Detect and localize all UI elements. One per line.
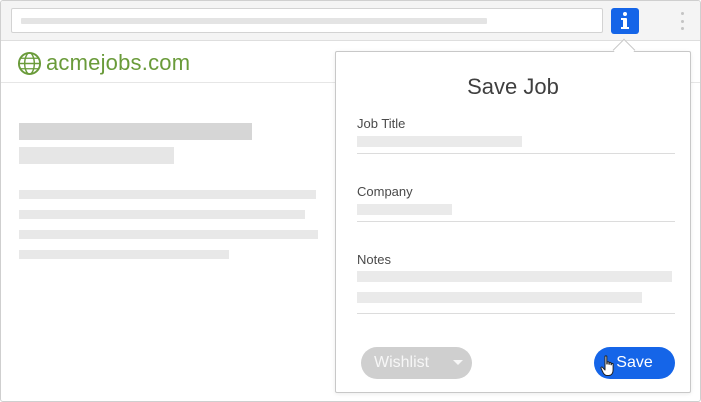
hand-pointer-icon bbox=[600, 355, 614, 376]
chevron-down-icon bbox=[453, 360, 463, 365]
popup-title: Save Job bbox=[467, 74, 559, 99]
text-line-placeholder bbox=[19, 230, 318, 239]
vertical-dots-icon bbox=[680, 12, 684, 15]
extension-info-button[interactable] bbox=[611, 8, 639, 34]
job-subtitle-placeholder bbox=[19, 147, 174, 164]
notes-field-line-2[interactable] bbox=[357, 292, 642, 303]
browser-menu-button[interactable] bbox=[678, 12, 686, 30]
text-line-placeholder bbox=[19, 250, 229, 259]
notes-underline bbox=[357, 313, 675, 314]
job-title-label: Job Title bbox=[357, 116, 406, 131]
job-title-underline bbox=[357, 153, 675, 154]
job-title-field[interactable] bbox=[357, 136, 522, 147]
address-bar-url-placeholder bbox=[21, 18, 487, 24]
notes-field-line-1[interactable] bbox=[357, 271, 672, 282]
company-label: Company bbox=[357, 184, 413, 199]
company-underline bbox=[357, 221, 675, 222]
site-logo[interactable]: acmejobs.com bbox=[17, 50, 190, 76]
text-line-placeholder bbox=[19, 210, 305, 219]
notes-label: Notes bbox=[357, 252, 391, 267]
address-bar[interactable] bbox=[11, 8, 603, 33]
wishlist-dropdown[interactable]: Wishlist bbox=[361, 347, 472, 379]
wishlist-selected-value: Wishlist bbox=[374, 354, 430, 371]
save-button-label: Save bbox=[616, 354, 653, 371]
company-field[interactable] bbox=[357, 204, 452, 215]
site-logo-text: acmejobs.com bbox=[46, 50, 191, 75]
save-job-popup: Save Job Job Title Company Notes Wishlis… bbox=[335, 51, 691, 393]
browser-window: acmejobs.com Save Job Job Title Company … bbox=[0, 0, 701, 402]
text-line-placeholder bbox=[19, 190, 316, 199]
browser-toolbar bbox=[1, 1, 700, 41]
info-icon bbox=[621, 12, 629, 29]
job-title-placeholder bbox=[19, 123, 252, 140]
globe-icon bbox=[17, 51, 42, 75]
